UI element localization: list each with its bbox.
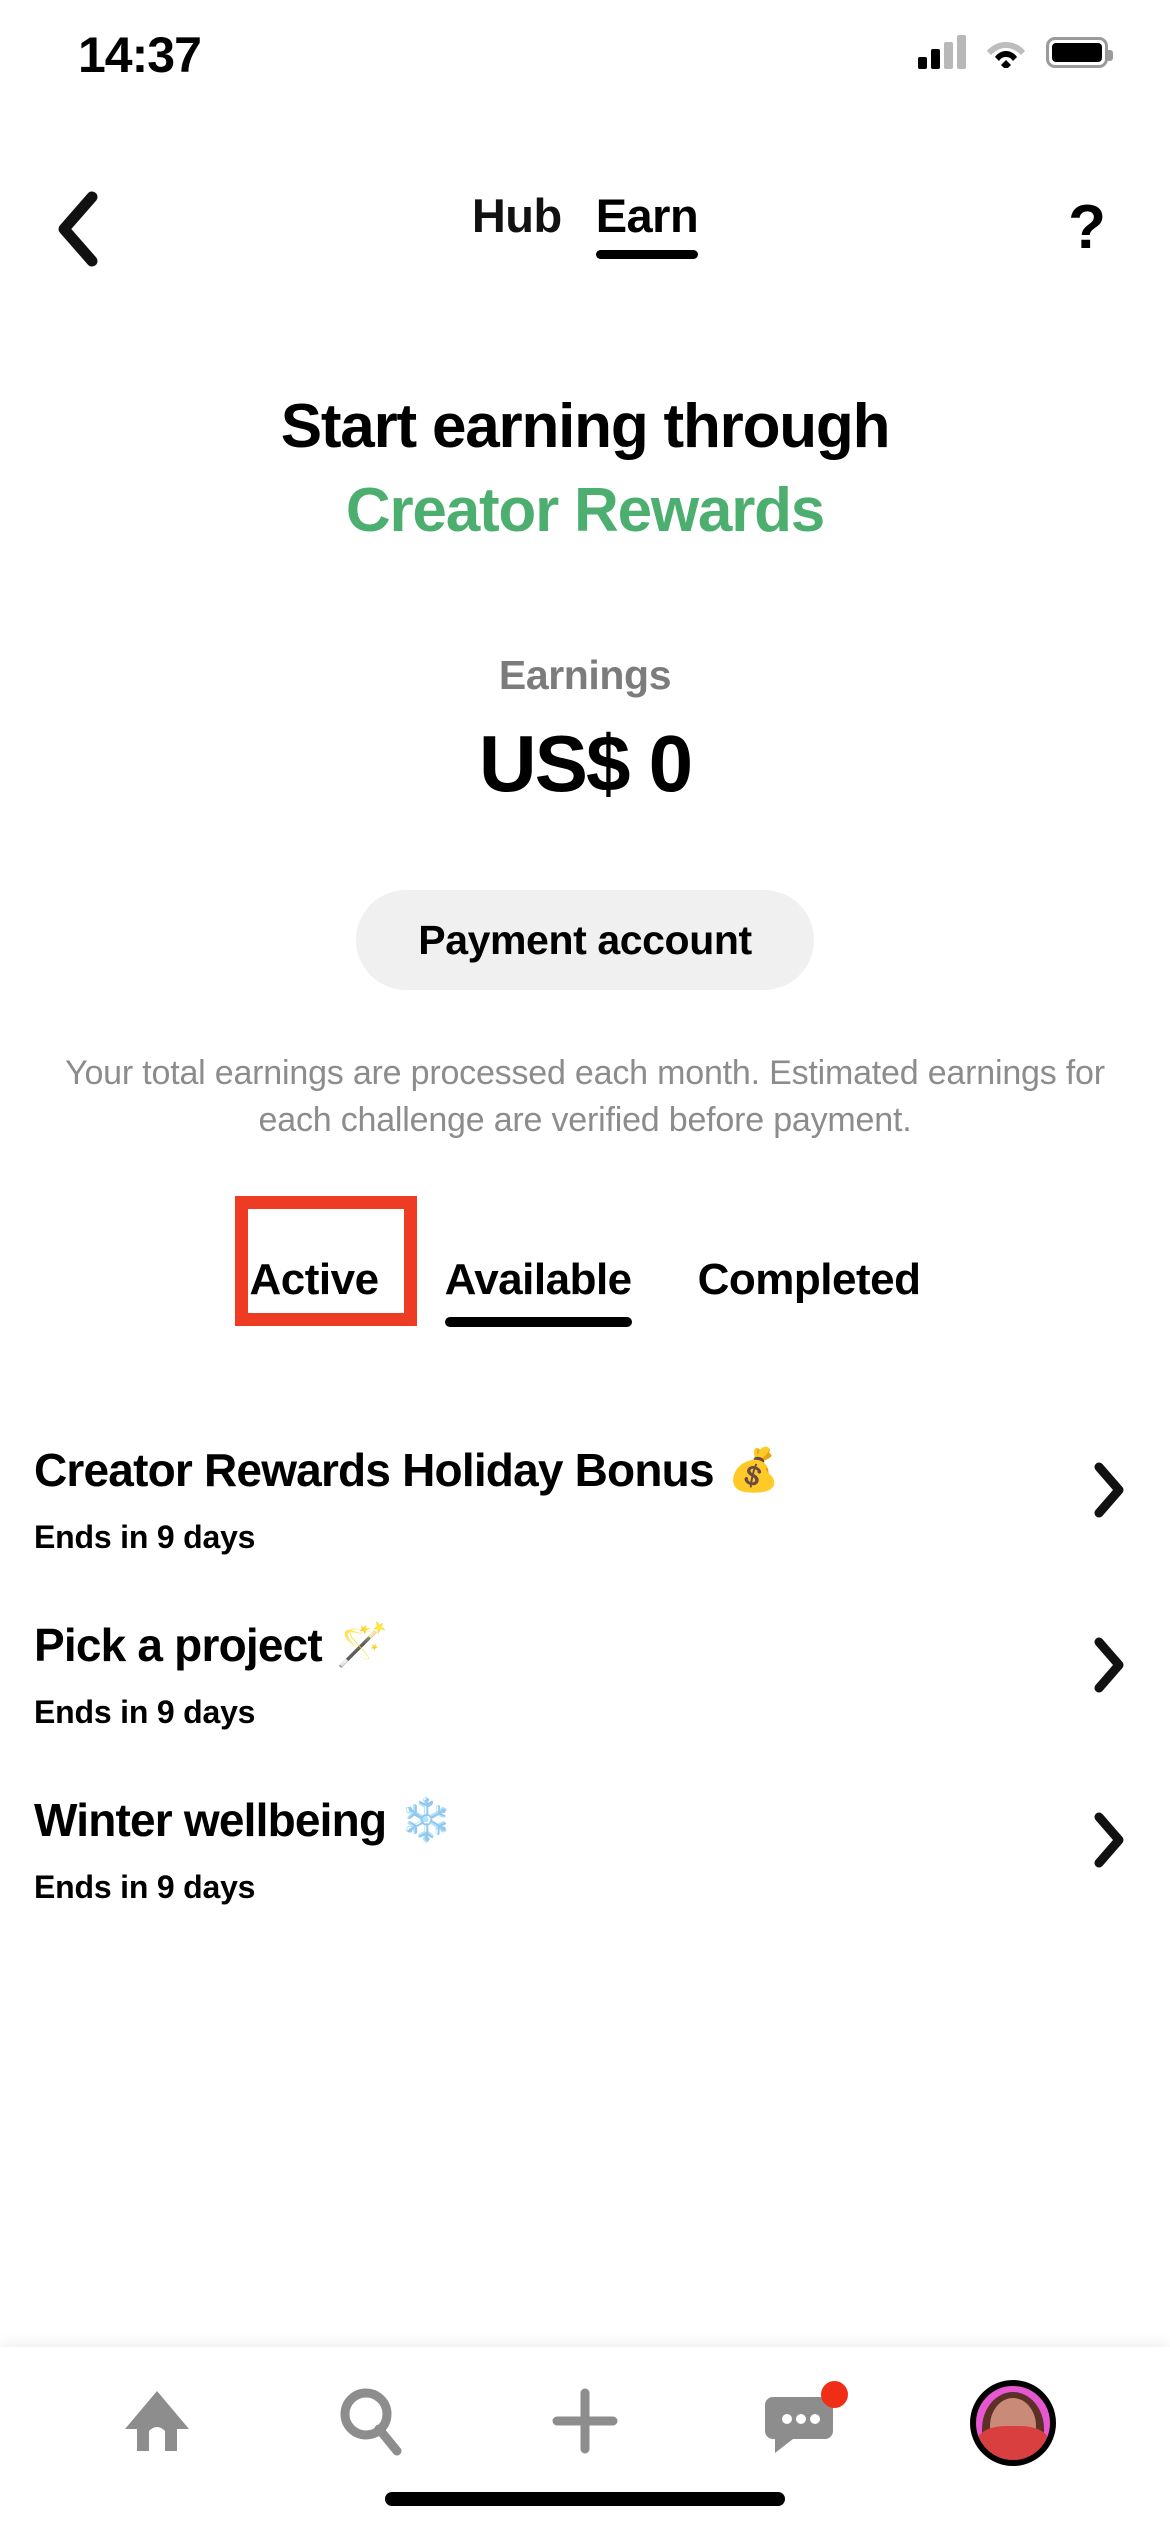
header-tabs: Hub Earn xyxy=(0,180,1170,290)
hero-line-2: Creator Rewards xyxy=(345,476,825,545)
nav-messages[interactable] xyxy=(724,2375,874,2471)
tab-available[interactable]: Available xyxy=(444,1255,633,1327)
challenge-subtitle: Ends in 9 days xyxy=(34,1519,256,1555)
earnings-disclaimer: Your total earnings are processed each m… xyxy=(65,1054,1105,1139)
navigation-header: Hub Earn ? xyxy=(0,180,1170,290)
nav-profile[interactable] xyxy=(938,2375,1088,2471)
snowflake-emoji: ❄️ xyxy=(400,1796,452,1843)
home-indicator xyxy=(385,2492,785,2506)
tab-completed[interactable]: Completed xyxy=(698,1255,921,1327)
challenge-title-row: Pick a project 🪄 xyxy=(34,1590,1136,1672)
header-tab-earn-label: Earn xyxy=(595,189,699,242)
challenge-tabs: Active Available Completed xyxy=(0,1255,1170,1365)
money-bag-emoji: 💰 xyxy=(727,1446,780,1493)
nav-search[interactable] xyxy=(296,2375,446,2471)
status-icons xyxy=(918,30,1113,74)
create-plus-icon xyxy=(545,2381,625,2466)
chevron-right-icon[interactable] xyxy=(1086,1637,1132,1693)
search-icon xyxy=(331,2381,411,2466)
tab-active-underline xyxy=(444,1317,632,1327)
tab-available-label: Available xyxy=(444,1255,633,1304)
help-button[interactable]: ? xyxy=(1042,182,1132,272)
cellular-signal-icon xyxy=(918,35,966,69)
list-item[interactable]: Creator Rewards Holiday Bonus 💰 Ends in … xyxy=(0,1415,1170,1590)
earnings-amount: US$ 0 xyxy=(478,719,693,808)
challenge-list: Creator Rewards Holiday Bonus 💰 Ends in … xyxy=(0,1415,1170,1940)
status-time: 14:37 xyxy=(78,27,202,83)
app-screen: 14:37 Hub Earn ? Start earning through C… xyxy=(0,0,1170,2532)
status-bar: 14:37 xyxy=(0,0,1170,120)
challenge-title: Pick a project xyxy=(34,1619,323,1671)
home-icon xyxy=(117,2381,197,2466)
list-item[interactable]: Winter wellbeing ❄️ Ends in 9 days xyxy=(0,1765,1170,1940)
hero-line-1: Start earning through xyxy=(280,392,891,461)
challenge-subtitle: Ends in 9 days xyxy=(34,1694,256,1730)
nav-create[interactable] xyxy=(510,2375,660,2471)
tab-active-label: Active xyxy=(249,1255,379,1304)
chevron-right-icon[interactable] xyxy=(1086,1812,1132,1868)
hero-heading: Start earning through Creator Rewards xyxy=(0,396,1170,542)
profile-avatar xyxy=(970,2380,1056,2466)
challenge-title-row: Creator Rewards Holiday Bonus 💰 xyxy=(34,1415,1136,1497)
chevron-right-icon[interactable] xyxy=(1086,1462,1132,1518)
challenge-title: Winter wellbeing xyxy=(34,1794,387,1846)
payment-account-wrapper: Payment account xyxy=(0,890,1170,990)
nav-home[interactable] xyxy=(82,2375,232,2471)
payment-account-button[interactable]: Payment account xyxy=(356,890,814,990)
earnings-label: Earnings xyxy=(498,652,672,698)
battery-full-icon xyxy=(1046,36,1113,68)
magic-wand-emoji: 🪄 xyxy=(335,1621,388,1668)
question-mark-icon: ? xyxy=(1068,192,1106,262)
header-tab-earn[interactable]: Earn xyxy=(595,188,699,259)
tab-active[interactable]: Active xyxy=(249,1255,379,1327)
header-tab-hub[interactable]: Hub xyxy=(472,188,562,259)
challenge-title-row: Winter wellbeing ❄️ xyxy=(34,1765,1136,1847)
challenge-subtitle: Ends in 9 days xyxy=(34,1869,256,1905)
header-tab-hub-label: Hub xyxy=(471,189,562,242)
wifi-icon xyxy=(986,36,1026,70)
tab-completed-label: Completed xyxy=(697,1255,921,1304)
header-tab-active-underline xyxy=(595,250,699,259)
challenge-title: Creator Rewards Holiday Bonus xyxy=(34,1444,715,1496)
messages-badge-dot xyxy=(821,2381,848,2408)
list-item[interactable]: Pick a project 🪄 Ends in 9 days xyxy=(0,1590,1170,1765)
